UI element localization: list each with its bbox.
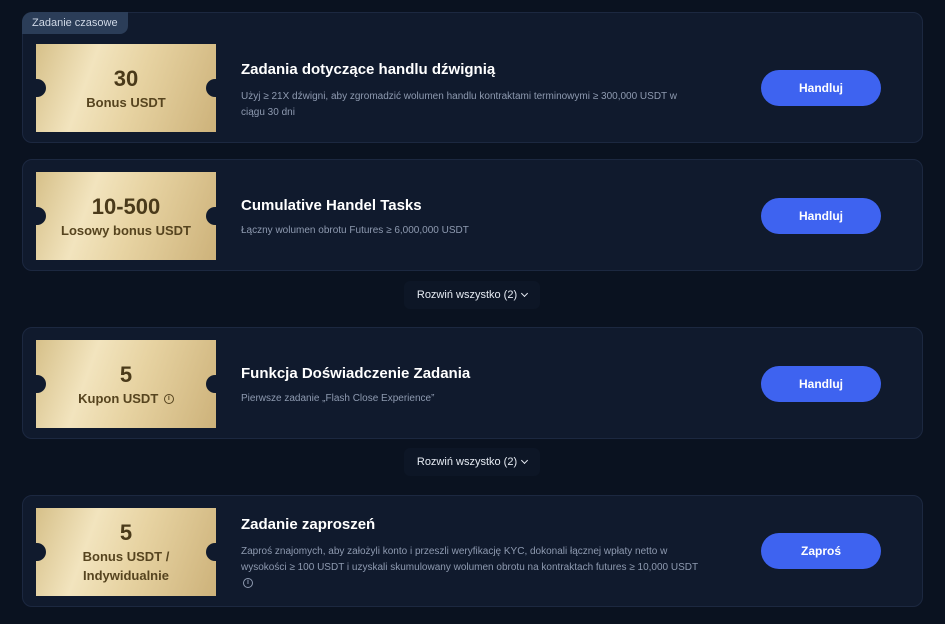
chevron-down-icon	[521, 289, 529, 298]
reward-coupon: 5 Bonus USDT / Indywidualnie	[36, 508, 216, 596]
task-description: Zaproś znajomych, aby założyli konto i p…	[241, 546, 698, 573]
info-circle-icon[interactable]: i	[163, 394, 174, 405]
expand-all-label: Rozwiń wszystko (2)	[416, 456, 518, 468]
task-card-leverage: 30 Bonus USDT Zadania dotyczące handlu d…	[22, 12, 923, 143]
task-title: Funkcja Doświadczenie Zadania	[241, 365, 471, 382]
expand-all-button[interactable]: Rozwiń wszystko (2)	[404, 281, 540, 309]
task-center-page: 30 Bonus USDT Zadania dotyczące handlu d…	[0, 0, 945, 624]
reward-coupon: 10-500 Losowy bonus USDT	[36, 172, 216, 260]
reward-amount: 5	[119, 361, 133, 387]
trade-button[interactable]: Handluj	[761, 198, 881, 234]
task-title: Cumulative Handel Tasks	[241, 197, 422, 214]
task-description: Łączny wolumen obrotu Futures ≥ 6,000,00…	[241, 225, 469, 236]
task-card-experience: 5 Kupon USDT i Funkcja Doświadczenie Zad…	[22, 327, 923, 439]
invite-button[interactable]: Zaproś	[761, 533, 881, 569]
section-tag: Zadanie czasowe	[22, 12, 128, 34]
task-title: Zadanie zaproszeń	[241, 516, 376, 533]
info-circle-icon[interactable]: i	[243, 578, 253, 589]
task-card-cumulative: 10-500 Losowy bonus USDT Cumulative Hand…	[22, 159, 923, 271]
expand-all-label: Rozwiń wszystko (2)	[416, 289, 518, 301]
reward-amount: 10-500	[91, 193, 161, 219]
reward-unit: Bonus USDT	[86, 94, 166, 110]
reward-unit: Losowy bonus USDT	[61, 222, 191, 238]
reward-coupon: 5 Kupon USDT i	[36, 340, 216, 428]
trade-button[interactable]: Handluj	[761, 366, 881, 402]
reward-amount: 30	[113, 65, 139, 91]
chevron-down-icon	[521, 456, 529, 465]
expand-all-button[interactable]: Rozwiń wszystko (2)	[404, 448, 540, 476]
task-description: Użyj ≥ 21X dźwigni, aby zgromadzić wolum…	[241, 91, 677, 118]
task-card-invite: 5 Bonus USDT / Indywidualnie Zadanie zap…	[22, 495, 923, 607]
task-title: Zadania dotyczące handlu dźwignią	[241, 61, 496, 78]
reward-coupon: 30 Bonus USDT	[36, 44, 216, 132]
reward-amount: 5	[119, 520, 133, 545]
reward-unit: Bonus USDT / Indywidualnie	[82, 549, 170, 583]
task-description: Pierwsze zadanie „Flash Close Experience…	[241, 393, 435, 404]
trade-button[interactable]: Handluj	[761, 70, 881, 106]
reward-unit: Kupon USDT	[78, 390, 159, 406]
